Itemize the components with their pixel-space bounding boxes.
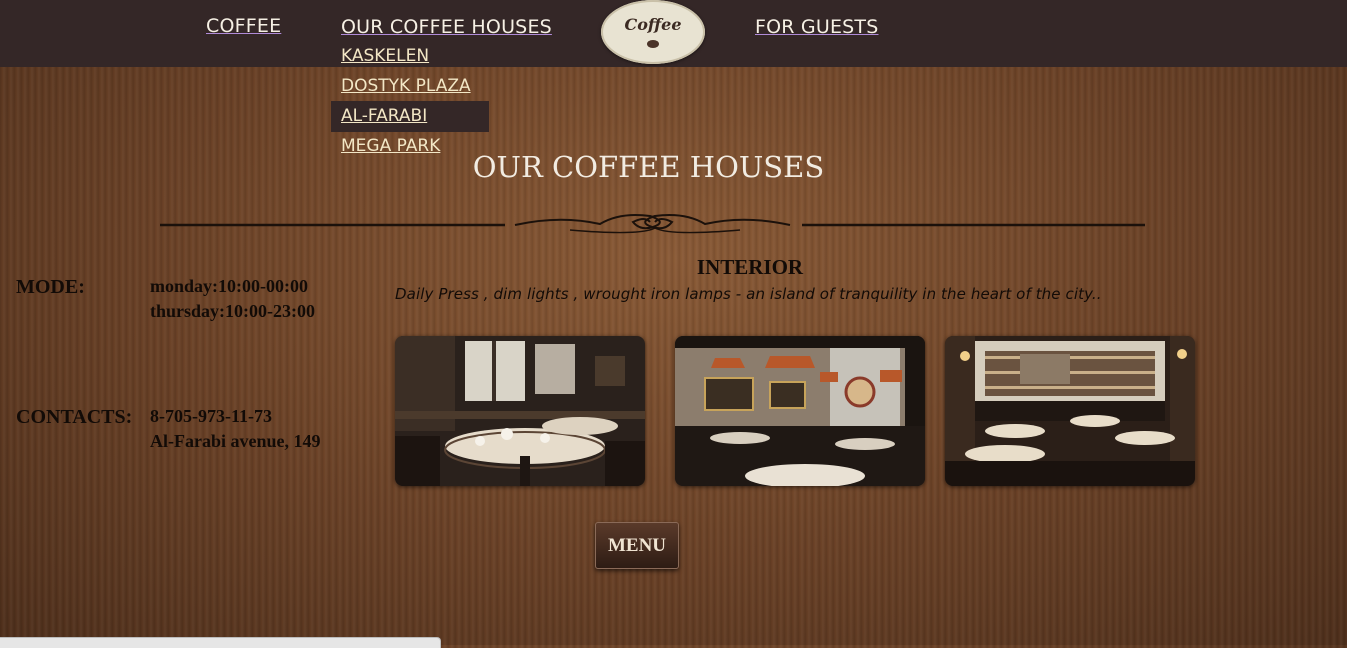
mode-label: MODE: — [16, 276, 85, 298]
page-title: OUR COFFEE HOUSES — [472, 150, 825, 184]
contact-address: Al-Farabi avenue, 149 — [150, 431, 321, 451]
nav-link-our-coffee-houses[interactable]: OUR COFFEE HOUSES — [341, 16, 552, 38]
interior-description: Daily Press , dim lights , wrought iron … — [395, 285, 1102, 303]
contacts-label: CONTACTS: — [16, 406, 133, 428]
interior-title: INTERIOR — [696, 255, 804, 279]
menu-button[interactable]: MENU — [595, 522, 679, 569]
dropdown-item-kaskelen[interactable]: KASKELEN — [341, 46, 429, 66]
interior-photo-1[interactable] — [395, 336, 645, 486]
interior-photo-3[interactable] — [945, 336, 1195, 486]
interior-photo-2[interactable] — [675, 336, 925, 486]
mode-hours-monday: monday:10:00-00:00 — [150, 276, 308, 296]
logo-text: Coffee — [624, 15, 682, 34]
browser-status-bar — [0, 637, 441, 648]
mode-hours: monday:10:00-00:00 thursday:10:00-23:00 — [150, 274, 315, 324]
mode-hours-thursday: thursday:10:00-23:00 — [150, 301, 315, 321]
ornamental-divider — [160, 214, 1145, 234]
dropdown-item-al-farabi[interactable]: AL-FARABI — [341, 106, 427, 126]
dropdown-item-dostyk-plaza[interactable]: DOSTYK PLAZA — [341, 76, 471, 96]
contact-phone: 8-705-973-11-73 — [150, 406, 272, 426]
nav-link-coffee[interactable]: COFFEE — [206, 15, 281, 37]
coffee-bean-icon — [647, 40, 659, 48]
coffee-logo[interactable]: Coffee — [601, 0, 705, 64]
nav-link-for-guests[interactable]: FOR GUESTS — [755, 16, 879, 38]
contacts-details: 8-705-973-11-73 Al-Farabi avenue, 149 — [150, 404, 321, 454]
